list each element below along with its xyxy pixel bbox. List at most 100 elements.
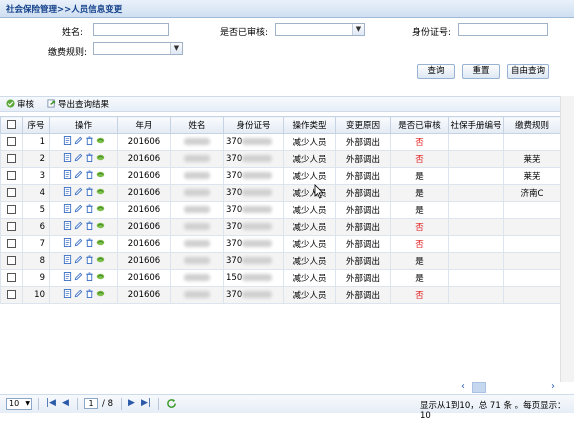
delete-icon[interactable] [85, 187, 94, 196]
col-ym[interactable]: 年月 [117, 116, 171, 134]
reset-button[interactable]: 重置 [462, 64, 500, 79]
next-page-icon[interactable]: ▶ [128, 398, 135, 408]
delete-icon[interactable] [85, 153, 94, 162]
scroll-left-icon[interactable]: ‹ [461, 381, 465, 392]
delete-icon[interactable] [85, 170, 94, 179]
row-checkbox[interactable] [0, 286, 23, 304]
id-input[interactable] [458, 23, 548, 36]
view-icon[interactable] [63, 289, 72, 298]
audit-action[interactable]: 审核 [6, 98, 34, 110]
fee-rule-select[interactable]: ▼ [93, 42, 183, 55]
view-icon[interactable] [63, 272, 72, 281]
row-ops [49, 133, 118, 151]
handshake-icon[interactable] [96, 204, 105, 213]
edit-icon[interactable] [74, 187, 83, 196]
view-icon[interactable] [63, 170, 72, 179]
row-reason: 外部调出 [335, 235, 391, 253]
view-icon[interactable] [63, 255, 72, 264]
row-checkbox[interactable] [0, 150, 23, 168]
col-id[interactable]: 身份证号 [223, 116, 284, 134]
view-icon[interactable] [63, 221, 72, 230]
row-number: 5 [22, 201, 50, 219]
view-icon[interactable] [63, 187, 72, 196]
edit-icon[interactable] [74, 204, 83, 213]
handshake-icon[interactable] [96, 153, 105, 162]
col-audited[interactable]: 是否已审核 [390, 116, 449, 134]
row-rule: 济南C [503, 184, 561, 202]
handshake-icon[interactable] [96, 221, 105, 230]
row-checkbox[interactable] [0, 235, 23, 253]
table-row[interactable]: 2 201606 370 减少人员 外部调出否 莱芜 [0, 150, 561, 168]
delete-icon[interactable] [85, 289, 94, 298]
col-name[interactable]: 姓名 [170, 116, 224, 134]
audited-select[interactable]: ▼ [275, 23, 365, 36]
fee-rule-label: 缴费规则: [48, 48, 88, 58]
table-row[interactable]: 7 201606 370 减少人员 外部调出否 [0, 235, 561, 253]
col-type[interactable]: 操作类型 [283, 116, 336, 134]
table-row[interactable]: 1 201606 370 减少人员 外部调出否 [0, 133, 561, 151]
edit-icon[interactable] [74, 238, 83, 247]
delete-icon[interactable] [85, 136, 94, 145]
prev-page-icon[interactable]: ◀ [62, 398, 69, 408]
table-row[interactable]: 10 201606 370 减少人员 外部调出否 [0, 286, 561, 304]
scroll-right-icon[interactable]: › [551, 381, 555, 392]
last-page-icon[interactable]: ▶| [141, 398, 151, 408]
delete-icon[interactable] [85, 238, 94, 247]
table-row[interactable]: 4 201606 370 减少人员 外部调出是 济南C [0, 184, 561, 202]
select-all-checkbox[interactable] [0, 116, 23, 134]
edit-icon[interactable] [74, 136, 83, 145]
row-checkbox[interactable] [0, 133, 23, 151]
edit-icon[interactable] [74, 289, 83, 298]
row-checkbox[interactable] [0, 184, 23, 202]
table-row[interactable]: 9 201606 150 减少人员 外部调出是 [0, 269, 561, 287]
col-manual[interactable]: 社保手册编号 [448, 116, 504, 134]
edit-icon[interactable] [74, 221, 83, 230]
handshake-icon[interactable] [96, 136, 105, 145]
horizontal-scroll-thumb[interactable] [472, 382, 486, 393]
row-id: 370 [223, 133, 284, 151]
table-row[interactable]: 6 201606 370 减少人员 外部调出否 [0, 218, 561, 236]
delete-icon[interactable] [85, 204, 94, 213]
delete-icon[interactable] [85, 221, 94, 230]
handshake-icon[interactable] [96, 187, 105, 196]
refresh-icon[interactable] [166, 398, 177, 409]
edit-icon[interactable] [74, 272, 83, 281]
handshake-icon[interactable] [96, 255, 105, 264]
edit-icon[interactable] [74, 170, 83, 179]
delete-icon[interactable] [85, 255, 94, 264]
free-query-button[interactable]: 自由查询 [507, 64, 549, 79]
export-action[interactable]: 导出查询结果 [47, 98, 109, 110]
first-page-icon[interactable]: |◀ [46, 398, 56, 408]
row-checkbox[interactable] [0, 201, 23, 219]
row-checkbox[interactable] [0, 269, 23, 287]
handshake-icon[interactable] [96, 289, 105, 298]
view-icon[interactable] [63, 238, 72, 247]
page-number-input[interactable]: 1 [84, 398, 98, 409]
handshake-icon[interactable] [96, 170, 105, 179]
table-row[interactable]: 5 201606 370 减少人员 外部调出是 [0, 201, 561, 219]
handshake-icon[interactable] [96, 238, 105, 247]
row-type: 减少人员 [283, 218, 336, 236]
view-icon[interactable] [63, 136, 72, 145]
row-checkbox[interactable] [0, 167, 23, 185]
name-input[interactable] [93, 23, 169, 36]
query-button[interactable]: 查询 [417, 64, 455, 79]
col-rule[interactable]: 缴费规则 [503, 116, 561, 134]
page-size-select[interactable]: 10 ▼ [6, 398, 32, 410]
view-icon[interactable] [63, 153, 72, 162]
col-ops[interactable]: 操作 [49, 116, 118, 134]
col-no[interactable]: 序号 [22, 116, 50, 134]
delete-icon[interactable] [85, 272, 94, 281]
table-row[interactable]: 8 201606 370 减少人员 外部调出是 [0, 252, 561, 270]
vertical-scrollbar[interactable] [560, 96, 574, 382]
edit-icon[interactable] [74, 255, 83, 264]
view-icon[interactable] [63, 204, 72, 213]
row-checkbox[interactable] [0, 218, 23, 236]
col-reason[interactable]: 变更原因 [335, 116, 391, 134]
handshake-icon[interactable] [96, 272, 105, 281]
row-type: 减少人员 [283, 286, 336, 304]
row-rule [503, 201, 561, 219]
table-row[interactable]: 3 201606 370 减少人员 外部调出是 莱芜 [0, 167, 561, 185]
edit-icon[interactable] [74, 153, 83, 162]
row-checkbox[interactable] [0, 252, 23, 270]
